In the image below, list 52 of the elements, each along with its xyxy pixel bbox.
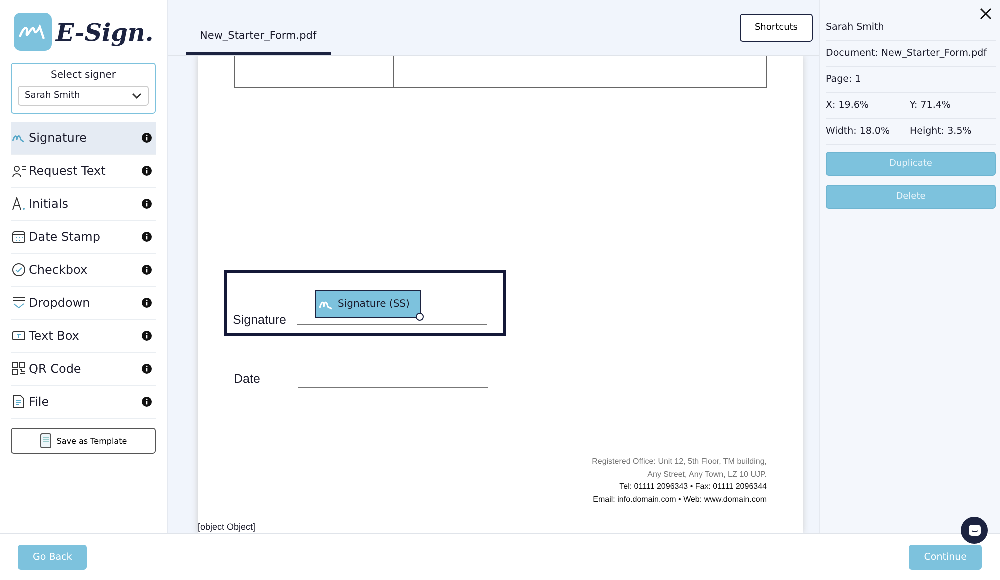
tool-icon: [12, 296, 26, 310]
signer-dropdown[interactable]: Sarah Smith: [18, 86, 149, 106]
signature-field[interactable]: Signature (SS): [315, 290, 421, 318]
logo-text: E-Sign.: [56, 18, 154, 46]
tool-item[interactable]: Request Text: [11, 155, 156, 188]
info-icon[interactable]: [142, 397, 152, 407]
tool-item[interactable]: Dropdown: [11, 287, 156, 320]
info-icon[interactable]: [142, 232, 152, 242]
resize-handle[interactable]: [416, 313, 424, 321]
tool-icon: [12, 263, 26, 277]
tool-icon: [12, 329, 26, 343]
tool-icon: [12, 395, 26, 409]
info-icon[interactable]: [142, 298, 152, 308]
info-icon[interactable]: [142, 364, 152, 374]
tool-item[interactable]: QR Code: [11, 353, 156, 386]
info-icon[interactable]: [142, 133, 152, 143]
save-template-button[interactable]: Save as Template: [11, 428, 156, 454]
width-value: Width: 18.0%: [826, 126, 891, 137]
y-position: Y: 71.4%: [910, 100, 952, 111]
date-label: Date: [234, 372, 262, 386]
shortcuts-button[interactable]: Shortcuts: [740, 14, 813, 42]
footer-line: Tel: 01111 2096343 • Fax: 01111 2096344: [620, 481, 767, 493]
tool-item[interactable]: Initials: [11, 188, 156, 221]
info-icon[interactable]: [142, 199, 152, 209]
tool-icon: [12, 362, 26, 376]
tool-icon: [12, 230, 26, 244]
info-icon[interactable]: [142, 166, 152, 176]
document-name: Document: New_Starter_Form.pdf: [826, 48, 996, 67]
signer-name: Sarah Smith: [826, 22, 996, 41]
tool-item[interactable]: Date Stamp: [11, 221, 156, 254]
height-value: Height: 3.5%: [910, 126, 973, 137]
tool-icon: [12, 164, 26, 178]
tool-icon: [12, 197, 26, 211]
signature-label: Signature: [233, 313, 287, 327]
footer-line: Registered Office: Unit 12, 5th Floor, TM building,: [592, 456, 767, 468]
info-icon[interactable]: [142, 265, 152, 275]
tool-item[interactable]: Signature: [11, 122, 156, 155]
stray-text: [object Object]: [198, 522, 256, 532]
close-icon[interactable]: [980, 8, 992, 20]
chat-icon: [968, 524, 982, 538]
logo-icon: [14, 13, 52, 51]
signer-label: Select signer: [51, 70, 116, 81]
tool-item[interactable]: Checkbox: [11, 254, 156, 287]
footer-line: Any Street, Any Town, LZ 10 UJP.: [648, 468, 767, 481]
footer-line: Email: info.domain.com • Web: www.domain.com: [593, 494, 767, 506]
chevron-down-icon: [132, 93, 142, 99]
page-number: Page: 1: [826, 74, 996, 93]
document-icon: [40, 433, 52, 449]
info-icon[interactable]: [142, 331, 152, 341]
x-position: X: 19.6%: [826, 100, 870, 111]
tool-item[interactable]: File: [11, 386, 156, 419]
tool-item[interactable]: Text Box: [11, 320, 156, 353]
